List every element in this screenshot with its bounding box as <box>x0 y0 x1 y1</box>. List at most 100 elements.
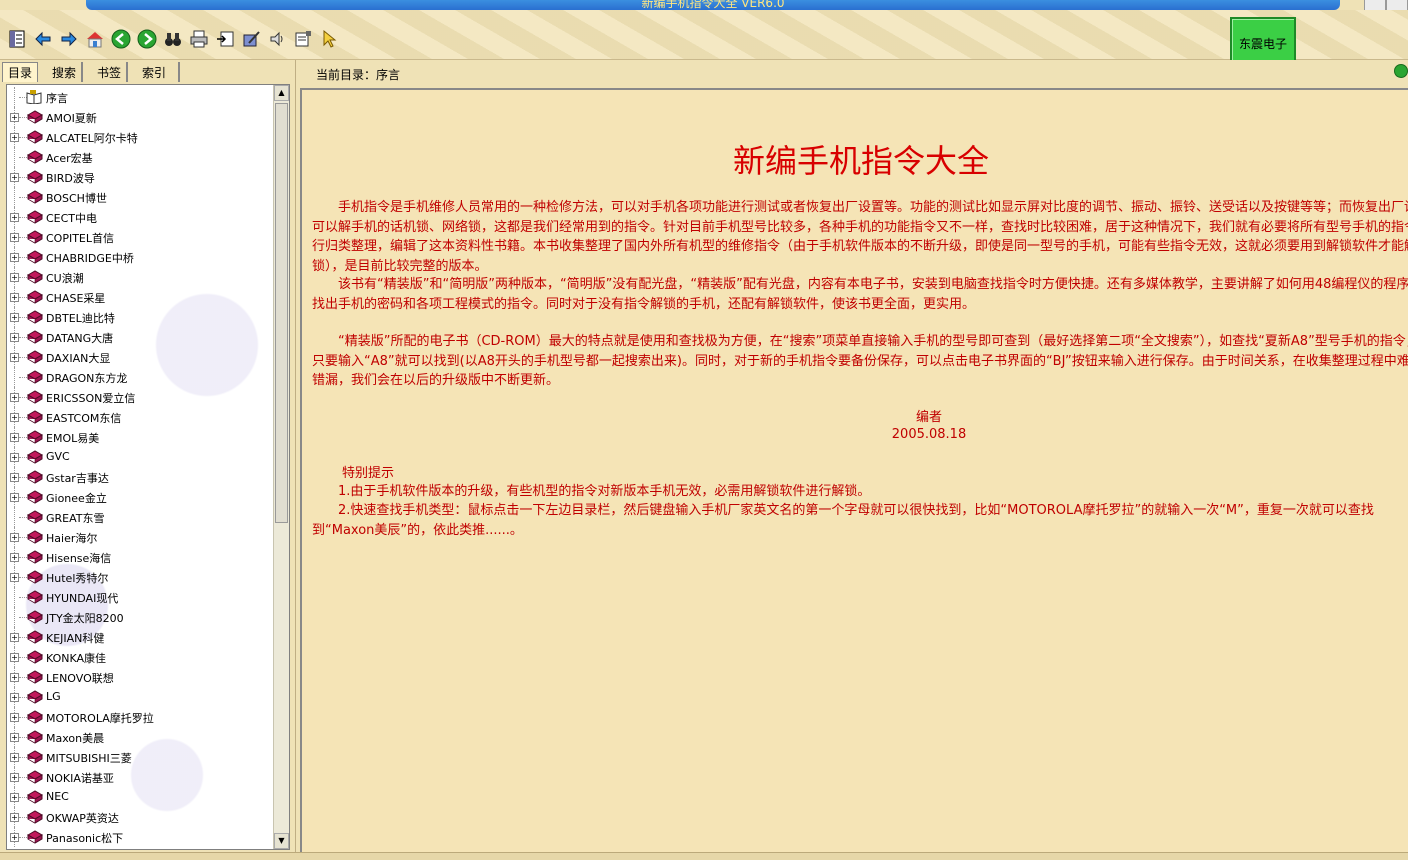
tab-bookmarks[interactable]: 书签 <box>83 62 129 82</box>
tree-line <box>14 607 15 627</box>
expand-icon[interactable]: + <box>10 573 19 582</box>
tree-item[interactable]: + LENOVO联想 <box>7 667 275 687</box>
tree-item[interactable]: 序言 <box>7 87 275 107</box>
tree-item[interactable]: + GVC <box>7 447 275 467</box>
tree-item[interactable]: HYUNDAI现代 <box>7 587 275 607</box>
expand-icon[interactable]: + <box>10 313 19 322</box>
expand-icon[interactable]: + <box>10 773 19 782</box>
expand-icon[interactable]: + <box>10 213 19 222</box>
expand-icon[interactable]: + <box>10 733 19 742</box>
expand-icon[interactable]: + <box>10 833 19 842</box>
expand-icon[interactable]: + <box>10 273 19 282</box>
tree-item[interactable]: + NEC <box>7 787 275 807</box>
tree-item[interactable]: + OKWAP英资达 <box>7 807 275 827</box>
expand-icon[interactable]: + <box>10 493 19 502</box>
tree-item[interactable]: + Hutel秀特尔 <box>7 567 275 587</box>
expand-icon[interactable]: + <box>10 413 19 422</box>
bookmark-pen-icon[interactable] <box>240 28 262 50</box>
tab-index[interactable]: 索引 <box>128 62 181 82</box>
expand-icon[interactable]: + <box>10 333 19 342</box>
closed-book-icon <box>25 170 44 184</box>
closed-book-icon <box>25 130 44 144</box>
expand-icon[interactable]: + <box>10 653 19 662</box>
toc-icon[interactable] <box>6 28 28 50</box>
tree-item[interactable]: + MITSUBISHI三菱 <box>7 747 275 767</box>
printer-icon[interactable] <box>188 28 210 50</box>
home-icon[interactable] <box>84 28 106 50</box>
tree-item[interactable]: + LG <box>7 687 275 707</box>
tree-item[interactable]: + DBTEL迪比特 <box>7 307 275 327</box>
status-dot-icon[interactable] <box>1394 64 1408 78</box>
expand-icon[interactable]: + <box>10 473 19 482</box>
closed-book-icon <box>25 430 44 444</box>
scroll-down-button[interactable]: ▼ <box>274 833 289 849</box>
contents-tree[interactable]: 序言 + AMOI夏新 + ALCATEL阿尔卡特 Acer宏基 + BIRD波导 BOSCH博… <box>6 84 290 850</box>
tree-item[interactable]: + Panasonic松下 <box>7 827 275 847</box>
tree-item[interactable]: + BIRD波导 <box>7 167 275 187</box>
tree-item[interactable]: + Hisense海信 <box>7 547 275 567</box>
tree-item[interactable]: + ERICSSON爱立信 <box>7 387 275 407</box>
tree-item[interactable]: + DATANG大唐 <box>7 327 275 347</box>
scroll-thumb[interactable] <box>275 103 288 523</box>
tree-item[interactable]: + EASTCOM东信 <box>7 407 275 427</box>
expand-icon[interactable]: + <box>10 133 19 142</box>
expand-icon[interactable]: + <box>10 293 19 302</box>
binoculars-icon[interactable] <box>162 28 184 50</box>
expand-icon[interactable]: + <box>10 673 19 682</box>
tree-item[interactable]: + KEJIAN科健 <box>7 627 275 647</box>
expand-icon[interactable]: + <box>10 353 19 362</box>
green-forward-icon[interactable] <box>136 28 158 50</box>
expand-icon[interactable]: + <box>10 813 19 822</box>
tree-item[interactable]: + CHABRIDGE中桥 <box>7 247 275 267</box>
speaker-icon[interactable] <box>266 28 288 50</box>
expand-icon[interactable]: + <box>10 793 19 802</box>
expand-icon[interactable]: + <box>10 233 19 242</box>
tree-item[interactable]: + ALCATEL阿尔卡特 <box>7 127 275 147</box>
expand-icon[interactable]: + <box>10 553 19 562</box>
back-arrow-icon[interactable] <box>32 28 54 50</box>
expand-icon[interactable]: + <box>10 393 19 402</box>
tree-item[interactable]: + CU浪潮 <box>7 267 275 287</box>
expand-icon[interactable]: + <box>10 433 19 442</box>
tree-line <box>14 367 15 387</box>
tree-item[interactable]: + COPITEL首信 <box>7 227 275 247</box>
expand-icon[interactable]: + <box>10 173 19 182</box>
tree-item[interactable]: + MOTOROLA摩托罗拉 <box>7 707 275 727</box>
tree-item[interactable]: + KONKA康佳 <box>7 647 275 667</box>
tree-item-label: EMOL易美 <box>46 432 100 445</box>
expand-icon[interactable]: + <box>10 753 19 762</box>
tree-item[interactable]: + Haier海尔 <box>7 527 275 547</box>
tree-item[interactable]: + NOKIA诺基亚 <box>7 767 275 787</box>
tree-item[interactable]: GREAT东雪 <box>7 507 275 527</box>
tree-item[interactable]: BOSCH博世 <box>7 187 275 207</box>
pointer-icon[interactable] <box>318 28 340 50</box>
tree-item[interactable]: JTY金太阳8200 <box>7 607 275 627</box>
tree-item[interactable]: + DAXIAN大显 <box>7 347 275 367</box>
tree-item[interactable]: Acer宏基 <box>7 147 275 167</box>
closed-book-icon <box>25 770 44 784</box>
tree-item[interactable]: + Gstar吉事达 <box>7 467 275 487</box>
expand-icon[interactable]: + <box>10 113 19 122</box>
expand-icon[interactable]: + <box>10 713 19 722</box>
options-icon[interactable] <box>292 28 314 50</box>
tree-item[interactable]: + CECT中电 <box>7 207 275 227</box>
green-back-icon[interactable] <box>110 28 132 50</box>
tree-scrollbar[interactable]: ▲ ▼ <box>273 85 289 849</box>
scroll-up-button[interactable]: ▲ <box>274 85 289 101</box>
expand-icon[interactable]: + <box>10 633 19 642</box>
tree-item[interactable]: + Gionee金立 <box>7 487 275 507</box>
export-icon[interactable] <box>214 28 236 50</box>
tree-item[interactable]: + AMOI夏新 <box>7 107 275 127</box>
expand-icon[interactable]: + <box>10 453 19 462</box>
tab-contents[interactable]: 目录 <box>2 62 39 82</box>
forward-arrow-icon[interactable] <box>58 28 80 50</box>
expand-icon[interactable]: + <box>10 533 19 542</box>
tree-item[interactable]: + CHASE采星 <box>7 287 275 307</box>
expand-icon[interactable]: + <box>10 693 19 702</box>
tab-search[interactable]: 搜索 <box>38 62 84 82</box>
tree-item-label: Hisense海信 <box>46 552 112 565</box>
tree-item[interactable]: + EMOL易美 <box>7 427 275 447</box>
tree-item[interactable]: DRAGON东方龙 <box>7 367 275 387</box>
tree-item[interactable]: + Maxon美晨 <box>7 727 275 747</box>
expand-icon[interactable]: + <box>10 253 19 262</box>
